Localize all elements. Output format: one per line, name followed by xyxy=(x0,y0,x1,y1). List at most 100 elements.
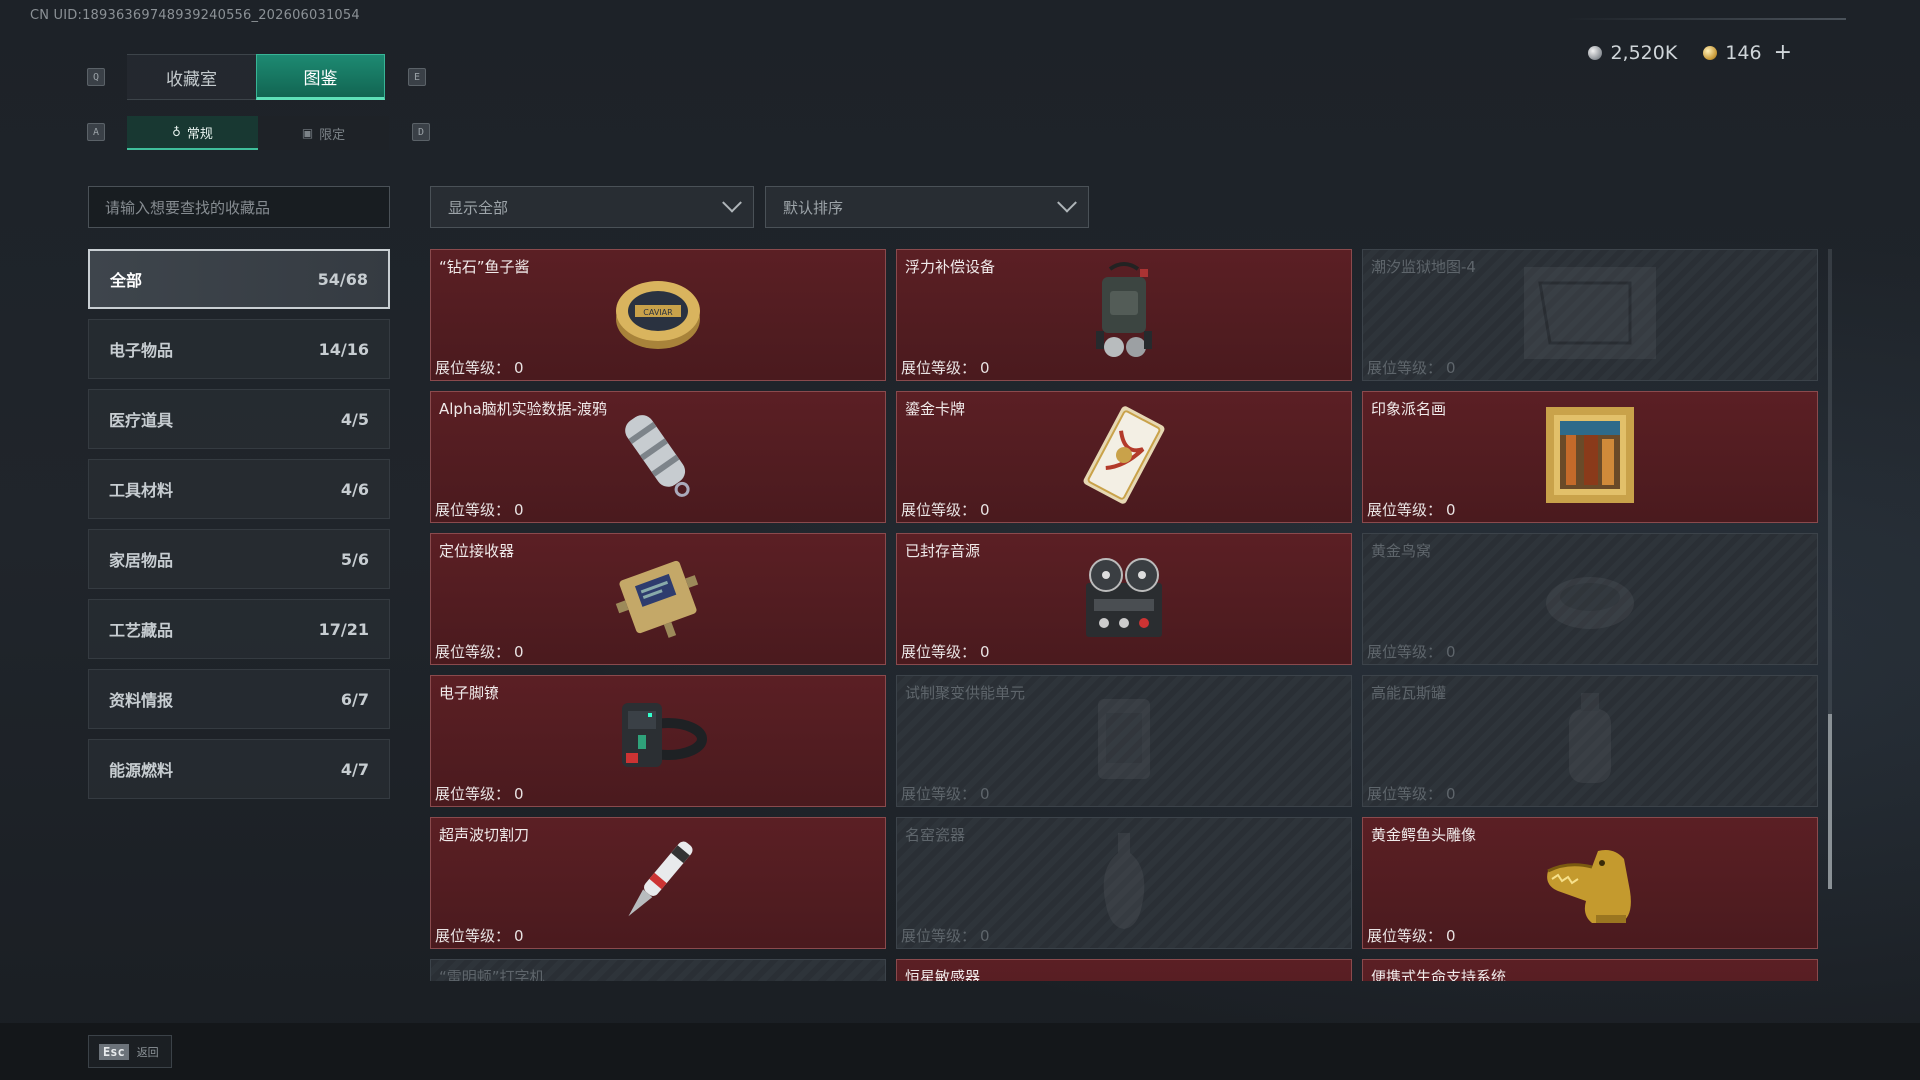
category-intel[interactable]: 资料情报 6/7 xyxy=(88,669,390,729)
collection-item-card[interactable]: 电子脚镣 展位等级： 0 xyxy=(430,675,886,807)
collection-item-card[interactable]: 恒星敏感器展位等级：0 xyxy=(896,959,1352,981)
booth-level-label: 展位等级： xyxy=(901,501,977,519)
scroll-thumb[interactable] xyxy=(1828,714,1832,889)
nest-icon xyxy=(1540,557,1640,641)
booth-level-value: 0 xyxy=(514,501,524,519)
collection-item-card[interactable]: 便携式生命支持系统展位等级：0 xyxy=(1362,959,1818,981)
collection-item-card[interactable]: 定位接收器展位等级： 0 xyxy=(430,533,886,665)
collection-item-card[interactable]: 名窑瓷器展位等级： 0 xyxy=(896,817,1352,949)
collection-item-card[interactable]: 试制聚变供能单元 展位等级： 0 xyxy=(896,675,1352,807)
category-label: 能源燃料 xyxy=(109,761,174,780)
uid-label: CN UID:18936369748939240556_202606031054 xyxy=(30,8,360,23)
category-label: 资料情报 xyxy=(109,691,174,710)
collection-item-card[interactable]: 潮汐监狱地图-4 展位等级： 0 xyxy=(1362,249,1818,381)
category-medical[interactable]: 医疗道具 4/5 xyxy=(88,389,390,449)
collection-item-card[interactable]: Alpha脑机实验数据-渡鸦 展位等级： 0 xyxy=(430,391,886,523)
tape-recorder-icon xyxy=(1076,549,1172,649)
main-tabs: 收藏室 图鉴 xyxy=(127,54,385,100)
booth-level-label: 展位等级： xyxy=(901,359,977,377)
top-divider xyxy=(1566,18,1846,20)
item-name: 已封存音源 xyxy=(905,542,981,560)
gold-amount: 146 xyxy=(1725,41,1762,64)
booth-level: 展位等级： 0 xyxy=(435,783,524,804)
item-grid: “钻石”鱼子酱 CAVIAR 展位等级： 0 浮力补偿设备 展位等级： 0 潮汐监狱地图-4 展… xyxy=(430,249,1820,981)
booth-level: 展位等级： 0 xyxy=(435,641,524,662)
booth-level-label: 展位等级： xyxy=(901,927,977,945)
vase-icon xyxy=(1094,829,1154,937)
silver-coin-icon xyxy=(1588,45,1603,60)
booth-level-label: 展位等级： xyxy=(435,785,511,803)
category-home[interactable]: 家居物品 5/6 xyxy=(88,529,390,589)
item-name: 便携式生命支持系统 xyxy=(1371,968,1507,981)
category-count: 17/21 xyxy=(318,619,369,639)
booth-level-value: 0 xyxy=(1446,927,1456,945)
booth-level-value: 0 xyxy=(980,643,990,661)
booth-level: 展位等级： 0 xyxy=(901,357,990,378)
collection-item-card[interactable]: “雷明顿”打字机展位等级：0 xyxy=(430,959,886,981)
back-label: 返回 xyxy=(136,1045,159,1059)
category-list: 全部 54/68 电子物品 14/16 医疗道具 4/5 工具材料 4/6 家居物品 5/… xyxy=(88,249,390,809)
item-name: 黄金鳄鱼头雕像 xyxy=(1371,826,1477,844)
category-crafts[interactable]: 工艺藏品 17/21 xyxy=(88,599,390,659)
item-name: 定位接收器 xyxy=(439,542,515,560)
sort-dropdown[interactable]: 默认排序 xyxy=(765,186,1089,228)
grid-scrollbar[interactable] xyxy=(1828,249,1832,889)
data-capsule-icon xyxy=(613,405,703,509)
collection-item-card[interactable]: 超声波切割刀 展位等级： 0 xyxy=(430,817,886,949)
category-label: 工具材料 xyxy=(109,481,174,500)
tab-regular[interactable]: ♁ 常规 xyxy=(127,116,258,150)
category-tools[interactable]: 工具材料 4/6 xyxy=(88,459,390,519)
category-energy[interactable]: 能源燃料 4/7 xyxy=(88,739,390,799)
gold-currency: 146 + xyxy=(1703,40,1792,65)
chevron-down-icon xyxy=(722,192,742,213)
search-input[interactable]: 请输入想要查找的收藏品 xyxy=(88,186,390,228)
add-currency-button[interactable]: + xyxy=(1774,40,1792,65)
category-count: 14/16 xyxy=(318,339,369,359)
item-name: 超声波切割刀 xyxy=(439,826,530,844)
gold-coin-icon xyxy=(1703,45,1718,60)
gas-canister-icon xyxy=(1555,689,1625,793)
category-electronics[interactable]: 电子物品 14/16 xyxy=(88,319,390,379)
item-name: 浮力补偿设备 xyxy=(905,258,996,276)
booth-level: 展位等级： 0 xyxy=(901,641,990,662)
sub-tabs: ♁ 常规 ▣ 限定 xyxy=(127,116,389,150)
tab-limited-label: 限定 xyxy=(319,127,346,143)
collection-item-card[interactable]: 鎏金卡牌 展位等级： 0 xyxy=(896,391,1352,523)
booth-level-label: 展位等级： xyxy=(901,785,977,803)
booth-level: 展位等级： 0 xyxy=(1367,641,1456,662)
collection-item-card[interactable]: 黄金鸟窝展位等级： 0 xyxy=(1362,533,1818,665)
category-count: 5/6 xyxy=(340,549,369,569)
ankle-monitor-icon xyxy=(608,691,708,791)
painting-icon xyxy=(1544,405,1636,509)
item-name: “雷明顿”打字机 xyxy=(439,968,545,981)
collection-item-card[interactable]: 黄金鳄鱼头雕像展位等级： 0 xyxy=(1362,817,1818,949)
collection-item-card[interactable]: 高能瓦斯罐 展位等级： 0 xyxy=(1362,675,1818,807)
bottle-icon: ♁ xyxy=(172,125,181,139)
back-button[interactable]: Esc 返回 xyxy=(88,1035,172,1068)
collection-item-card[interactable]: “钻石”鱼子酱 CAVIAR 展位等级： 0 xyxy=(430,249,886,381)
booth-level-label: 展位等级： xyxy=(1367,359,1443,377)
booth-level: 展位等级： 0 xyxy=(901,499,990,520)
collection-item-card[interactable]: 已封存音源展位等级： 0 xyxy=(896,533,1352,665)
esc-key: Esc xyxy=(99,1043,129,1060)
booth-level-label: 展位等级： xyxy=(901,643,977,661)
show-filter-value: 显示全部 xyxy=(448,198,509,217)
key-hint-d: D xyxy=(412,123,430,141)
fusion-unit-icon xyxy=(1084,689,1164,793)
tab-limited[interactable]: ▣ 限定 xyxy=(258,116,389,150)
tab-catalog[interactable]: 图鉴 xyxy=(256,54,385,100)
tab-collection-room[interactable]: 收藏室 xyxy=(127,54,256,100)
item-name: 恒星敏感器 xyxy=(905,968,981,981)
category-label: 全部 xyxy=(110,271,143,290)
show-filter-dropdown[interactable]: 显示全部 xyxy=(430,186,754,228)
collection-item-card[interactable]: 印象派名画 展位等级： 0 xyxy=(1362,391,1818,523)
collection-item-card[interactable]: 浮力补偿设备展位等级： 0 xyxy=(896,249,1352,381)
booth-level-label: 展位等级： xyxy=(1367,927,1443,945)
booth-level: 展位等级： 0 xyxy=(1367,783,1456,804)
category-all[interactable]: 全部 54/68 xyxy=(88,249,390,309)
booth-level-value: 0 xyxy=(1446,501,1456,519)
booth-level-value: 0 xyxy=(980,359,990,377)
booth-level: 展位等级： 0 xyxy=(901,925,990,946)
item-name: 黄金鸟窝 xyxy=(1371,542,1432,560)
item-name: 名窑瓷器 xyxy=(905,826,966,844)
